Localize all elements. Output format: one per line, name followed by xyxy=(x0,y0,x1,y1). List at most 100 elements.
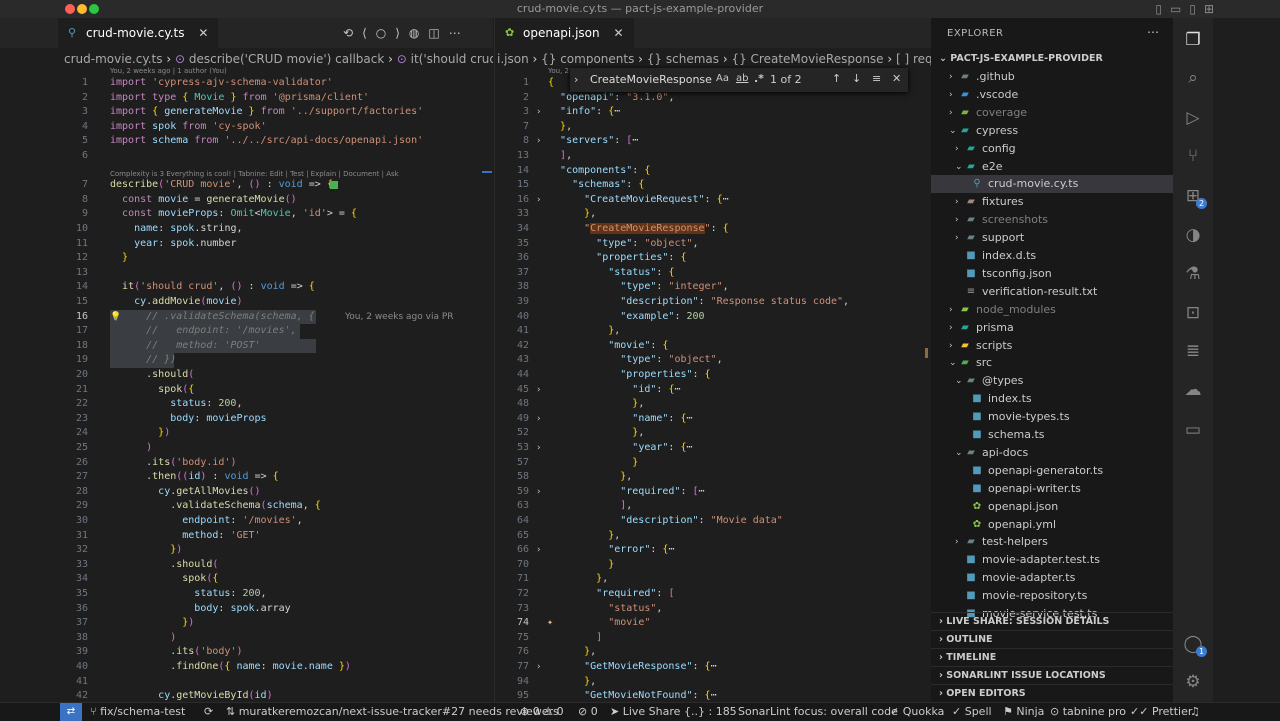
scrollbar-marker[interactable] xyxy=(925,348,928,358)
tree-item[interactable]: ■ openapi-writer.ts xyxy=(931,480,1173,498)
tree-item[interactable]: › ▰ .github xyxy=(931,68,1173,86)
explorer-files-icon[interactable]: ❐ xyxy=(1183,30,1203,50)
git-blame-header[interactable]: You, 2 xyxy=(548,66,569,76)
code-line[interactable]: 33 }, xyxy=(495,207,932,222)
chevron-down-icon[interactable]: ⌄ xyxy=(955,372,963,390)
code-editor[interactable]: You, 2 weeks ago | 1 author (You) 1 import… xyxy=(0,67,493,702)
breadcrumb-required[interactable]: [ ] required xyxy=(896,52,932,66)
commit-icon[interactable]: ◍ xyxy=(409,26,428,40)
code-line[interactable]: 49 › "name": {⋯ xyxy=(495,412,932,427)
code-editor[interactable]: You, 2 1{2 "openapi": "3.1.0", 3 › "info": … xyxy=(495,67,932,702)
tree-item[interactable]: ■ index.d.ts xyxy=(931,247,1173,265)
tree-item[interactable]: ⚲ crud-movie.cy.ts xyxy=(931,175,1173,194)
code-line[interactable]: 26 .its('body.id') xyxy=(0,456,493,471)
fold-chevron-icon[interactable]: › xyxy=(536,193,541,208)
tree-item[interactable]: › ▰ fixtures xyxy=(931,193,1173,211)
fold-chevron-icon[interactable]: › xyxy=(536,134,541,149)
code-line[interactable]: 37 "status": { xyxy=(495,266,932,281)
code-line[interactable]: 63 ], xyxy=(495,499,932,514)
breadcrumb-schemas[interactable]: {} schemas xyxy=(647,52,719,66)
code-line[interactable]: 4 import spok from 'cy-spok' xyxy=(0,120,493,135)
code-line[interactable]: 94 }, xyxy=(495,675,932,690)
code-line[interactable]: 2 "openapi": "3.1.0", xyxy=(495,91,932,106)
code-line[interactable]: 15 cy.addMovie(movie) xyxy=(0,295,493,310)
code-line[interactable]: 16 // .validateSchema(schema, {💡 You, 2 w… xyxy=(0,309,493,325)
chevron-right-icon[interactable]: › xyxy=(949,86,953,104)
chevron-down-icon[interactable]: ⌄ xyxy=(955,444,963,462)
code-line[interactable]: 35 "type": "object", xyxy=(495,237,932,252)
code-line[interactable]: 39 .its('body') xyxy=(0,645,493,660)
breadcrumb-components[interactable]: {} components xyxy=(541,52,634,66)
tabnine-status[interactable]: ⊙ tabnine pro xyxy=(1050,703,1126,721)
code-line[interactable]: 52 }, xyxy=(495,426,932,441)
comments-icon[interactable]: ▭ xyxy=(1183,420,1203,440)
tree-item[interactable]: ⌄ ▰ src xyxy=(931,354,1173,372)
fold-chevron-icon[interactable]: › xyxy=(536,412,541,427)
sidebar-section-header[interactable]: › OPEN EDITORS xyxy=(931,684,1173,702)
code-line[interactable]: 32 }) xyxy=(0,543,493,558)
tree-item[interactable]: ■ tsconfig.json xyxy=(931,265,1173,283)
tree-item[interactable]: ■ movie-types.ts xyxy=(931,408,1173,426)
regex-toggle[interactable]: .* xyxy=(754,72,764,85)
code-line[interactable]: 11 year: spok.number xyxy=(0,237,493,252)
sonarlint-status[interactable]: SonarLint focus: overall code xyxy=(738,703,898,721)
code-line[interactable]: 39 "description": "Response status code"… xyxy=(495,295,932,310)
code-line[interactable]: 21 spok({ xyxy=(0,383,493,398)
tree-item[interactable]: ■ movie-adapter.test.ts xyxy=(931,551,1173,569)
code-line[interactable]: 45 › "id": {⋯ xyxy=(495,383,932,398)
customize-layout-icon[interactable]: ⊞ xyxy=(1204,2,1222,16)
ports-status[interactable]: ⊘ 0 xyxy=(578,703,598,721)
history-icon[interactable]: ⟲ xyxy=(343,26,362,40)
sidebar-section-header[interactable]: › SONARLINT ISSUE LOCATIONS xyxy=(931,666,1173,685)
code-line[interactable]: 58 }, xyxy=(495,470,932,485)
chevron-right-icon[interactable]: › xyxy=(955,211,959,229)
code-line[interactable]: 23 body: movieProps xyxy=(0,412,493,427)
code-line[interactable]: 7 describe('CRUD movie', () : void => { xyxy=(0,178,493,193)
code-line[interactable]: 31 method: 'GET' xyxy=(0,529,493,544)
code-line[interactable]: 77 › "GetMovieResponse": {⋯ xyxy=(495,660,932,675)
dot-icon[interactable]: ○ xyxy=(376,26,395,40)
fold-chevron-icon[interactable]: › xyxy=(536,383,541,398)
problems-status[interactable]: ⊗ 0 ⚠ 0 xyxy=(520,703,564,721)
inline-git-blame[interactable]: You, 2 weeks ago via PR xyxy=(345,312,454,322)
remote-indicator[interactable]: ⇄ xyxy=(60,703,82,721)
code-line[interactable]: 41 xyxy=(0,675,493,690)
tree-item[interactable]: ⌄ ▰ api-docs xyxy=(931,444,1173,462)
chevron-right-icon[interactable]: › xyxy=(949,301,953,319)
tree-item[interactable]: ■ schema.ts xyxy=(931,426,1173,444)
toggle-replace-icon[interactable]: › xyxy=(574,73,578,86)
code-line[interactable]: 71 }, xyxy=(495,572,932,587)
code-line[interactable]: 14 it('should crud', () : void => { xyxy=(0,280,493,295)
code-line[interactable]: 57 } xyxy=(495,456,932,471)
fold-chevron-icon[interactable]: › xyxy=(536,543,541,558)
code-line[interactable]: 36 body: spok.array xyxy=(0,602,493,617)
notifications-bell-icon[interactable]: ♫ xyxy=(1190,703,1200,721)
testing-icon[interactable]: ⚗ xyxy=(1183,264,1203,284)
tree-item[interactable]: ⌄ ▰ e2e xyxy=(931,158,1173,176)
tree-item[interactable]: › ▰ support xyxy=(931,229,1173,247)
chevron-down-icon[interactable]: ⌄ xyxy=(949,354,957,372)
tree-item[interactable]: ✿ openapi.yml xyxy=(931,516,1173,534)
whole-word-toggle[interactable]: ab xyxy=(736,73,748,84)
code-line[interactable]: 40 .findOne({ name: movie.name }) xyxy=(0,660,493,675)
live-share-status[interactable]: ➤ Live Share xyxy=(610,703,680,721)
sync-icon[interactable]: ⟳ xyxy=(204,703,213,721)
code-line[interactable]: 29 .validateSchema(schema, { xyxy=(0,499,493,514)
code-line[interactable]: 16 › "CreateMovieRequest": {⋯ xyxy=(495,193,932,208)
find-input[interactable]: CreateMovieResponse xyxy=(590,73,712,86)
code-line[interactable]: 30 endpoint: '/movies', xyxy=(0,514,493,529)
code-line[interactable]: 35 status: 200, xyxy=(0,587,493,602)
chevron-right-icon[interactable]: › xyxy=(955,533,959,551)
breadcrumb-it[interactable]: it('should crud') callback xyxy=(411,52,493,66)
toggle-secondary-sidebar-icon[interactable]: ▯ xyxy=(1189,2,1204,16)
layout-controls[interactable]: ▯▭▯⊞ xyxy=(1155,2,1222,16)
sidebar-section-header[interactable]: › LIVE SHARE: SESSION DETAILS xyxy=(931,612,1173,631)
git-blame-header[interactable]: You, 2 weeks ago | 1 author (You) xyxy=(110,66,227,76)
toggle-panel-icon[interactable]: ▭ xyxy=(1170,2,1189,16)
breadcrumb-file[interactable]: i.json xyxy=(497,52,529,66)
code-line[interactable]: 2 import type { Movie } from '@prisma/cli… xyxy=(0,91,493,106)
close-find-icon[interactable]: ✕ xyxy=(892,72,901,85)
chevron-right-icon[interactable]: › xyxy=(955,140,959,158)
code-line[interactable]: 73 "status", xyxy=(495,602,932,617)
code-line[interactable]: 40 "example": 200 xyxy=(495,310,932,325)
